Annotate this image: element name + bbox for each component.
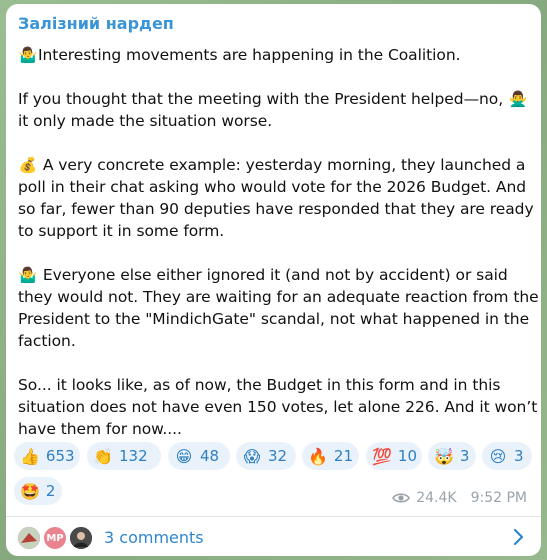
post-line: 🤷‍♂️Interesting movements are happening …: [18, 46, 461, 64]
comments-button[interactable]: MP 3 comments: [6, 517, 541, 556]
post-line: So... it looks like, as of now, the Budg…: [18, 376, 501, 394]
chevron-right-icon: [513, 528, 524, 546]
grin-icon: 😁: [175, 446, 193, 466]
post-line: 💰 A very concrete example: yesterday mor…: [18, 156, 526, 174]
reaction-fire[interactable]: 🔥 21: [302, 442, 359, 470]
post-line: If you thought that the meeting with the…: [18, 90, 528, 108]
reaction-grin[interactable]: 😁 48: [168, 442, 230, 470]
fire-icon: 🔥: [308, 446, 328, 466]
post-line: faction.: [18, 332, 76, 350]
avatar-image-icon: [18, 527, 40, 549]
reaction-scream[interactable]: 😱 32: [236, 442, 296, 470]
hundred-points-icon: 💯: [372, 446, 392, 466]
no-gesture-emoji-icon: 🙅‍♂️: [508, 90, 528, 108]
post-line: poll in their chat asking who would vote…: [18, 178, 527, 196]
post-line: it only made the situation worse.: [18, 112, 273, 130]
scream-icon: 😱: [243, 446, 261, 466]
clap-icon: 👏: [93, 446, 113, 466]
avatar: MP: [42, 525, 68, 551]
reaction-thumbs-up[interactable]: 👍 653: [14, 442, 80, 470]
post-line: situation does not have even 150 votes, …: [18, 398, 538, 416]
money-bag-emoji-icon: 💰: [18, 156, 38, 174]
reaction-crying[interactable]: 😢 3: [482, 442, 532, 470]
eye-icon: [392, 493, 411, 503]
post-line: to support it in some form.: [18, 222, 225, 240]
crying-face-icon: 😢: [489, 446, 507, 466]
post-line: President to the "MindichGate" scandal, …: [18, 310, 530, 328]
post-time: 9:52 PM: [470, 490, 527, 506]
avatar: [16, 525, 42, 551]
star-struck-icon: 🤩: [20, 481, 40, 501]
channel-name[interactable]: Залізний нардеп: [18, 14, 174, 33]
comments-label: 3 comments: [104, 528, 204, 547]
reaction-hundred[interactable]: 💯 10: [366, 442, 422, 470]
reaction-clap[interactable]: 👏 132: [87, 442, 161, 470]
exploding-head-icon: 🤯: [434, 446, 454, 466]
reaction-star-struck[interactable]: 🤩 2: [14, 477, 62, 505]
post-line: they would not. They are waiting for an …: [18, 288, 539, 306]
shrug-emoji-icon: 🤷‍♂️: [18, 46, 38, 64]
reaction-exploding-head[interactable]: 🤯 3: [428, 442, 476, 470]
avatar-image-icon: [70, 527, 92, 549]
post-line: 🤷‍♂️ Everyone else either ignored it (an…: [18, 266, 508, 284]
post-line: have them for now....: [18, 420, 182, 438]
thumbs-up-icon: 👍: [20, 446, 40, 466]
views-count: 24.4K: [416, 490, 457, 506]
shrug-emoji-icon: 🤷‍♂️: [18, 266, 38, 284]
post-meta: 24.4K 9:52 PM: [392, 490, 527, 506]
post-line: so far, fewer than 90 deputies have resp…: [18, 200, 534, 218]
avatar: [68, 525, 94, 551]
channel-post-bubble: Залізний нардеп 🤷‍♂️Interesting movement…: [6, 4, 541, 556]
